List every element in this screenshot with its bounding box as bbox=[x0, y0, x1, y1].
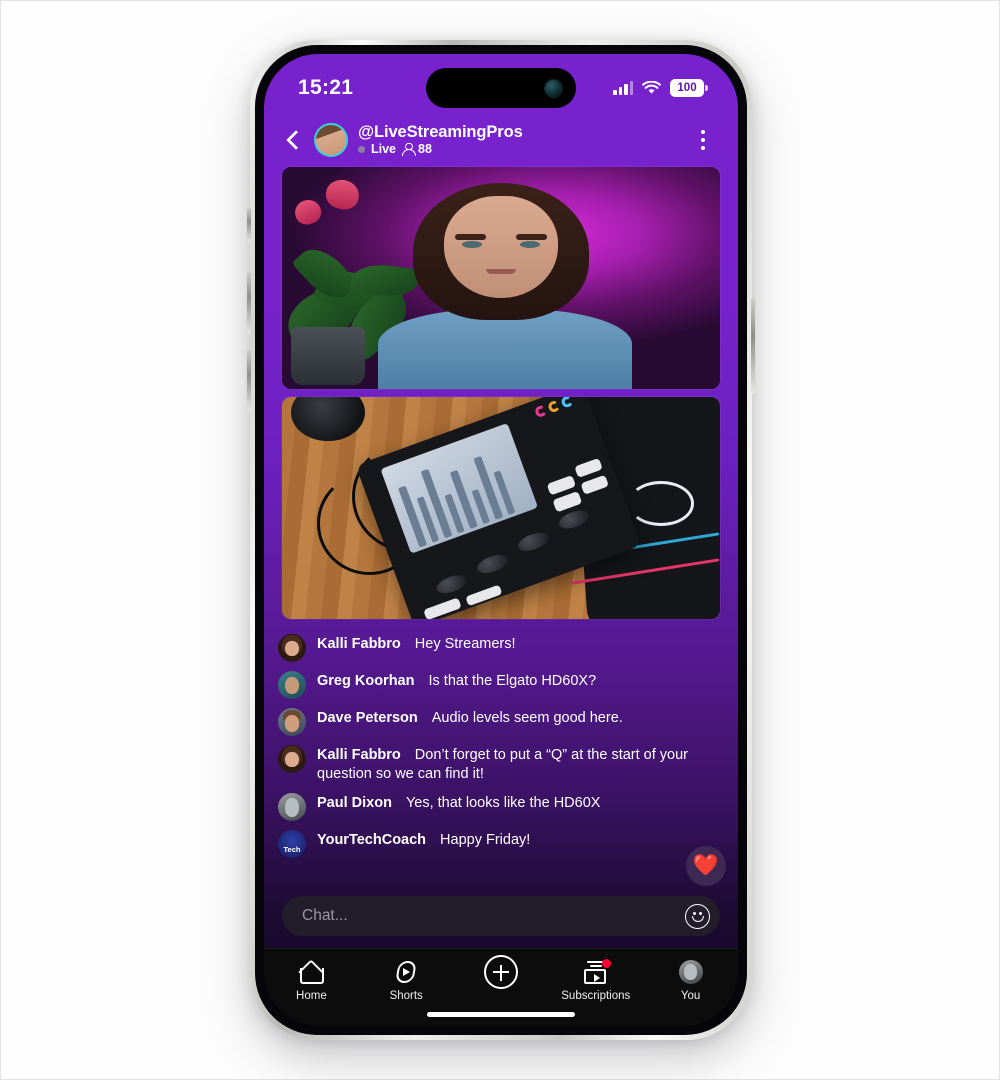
nav-label-subscriptions: Subscriptions bbox=[561, 990, 631, 1002]
kebab-menu-icon[interactable] bbox=[692, 127, 714, 153]
notification-badge bbox=[601, 958, 611, 968]
status-bar: 15:21 100 bbox=[264, 54, 738, 114]
chat-message: Dave Peterson Audio levels seem good here… bbox=[278, 707, 724, 736]
channel-substatus: Live 88 bbox=[358, 142, 523, 157]
chat-message: Greg Koorhan Is that the Elgato HD60X? bbox=[278, 670, 724, 699]
gear-video-frame bbox=[282, 397, 720, 619]
chat-message-body: Paul Dixon Yes, that looks like the HD60X bbox=[317, 792, 600, 813]
page-canvas: 15:21 100 @LiveStreamingPros Live 88 Kal… bbox=[0, 0, 1000, 1080]
nav-item-home[interactable]: Home bbox=[268, 959, 354, 1002]
chat-author[interactable]: YourTechCoach bbox=[317, 832, 426, 848]
subscriptions-icon bbox=[583, 958, 611, 985]
chat-input[interactable]: Chat... bbox=[282, 896, 720, 936]
silent-switch[interactable] bbox=[247, 208, 251, 242]
livestream-app: 15:21 100 @LiveStreamingPros Live 88 Kal… bbox=[264, 54, 738, 1026]
chat-author[interactable]: Dave Peterson bbox=[317, 710, 418, 726]
channel-header: @LiveStreamingPros Live 88 bbox=[264, 114, 738, 166]
host-video[interactable] bbox=[282, 167, 720, 389]
channel-meta: @LiveStreamingPros Live 88 bbox=[358, 123, 523, 157]
nav-label-home: Home bbox=[296, 990, 327, 1002]
chat-text: Yes, that looks like the HD60X bbox=[405, 795, 601, 812]
cellular-signal-icon bbox=[613, 81, 633, 95]
heart-glyph: ❤️ bbox=[692, 854, 720, 877]
nav-item-create[interactable] bbox=[458, 955, 544, 990]
channel-handle[interactable]: @LiveStreamingPros bbox=[358, 123, 523, 141]
live-status-dot bbox=[358, 145, 365, 153]
shorts-icon bbox=[394, 959, 418, 985]
chat-message-body: Kalli Fabbro Hey Streamers! bbox=[317, 633, 516, 654]
phone-bezel: 15:21 100 @LiveStreamingPros Live 88 Kal… bbox=[255, 45, 747, 1035]
nav-label-shorts: Shorts bbox=[389, 990, 423, 1002]
chat-author[interactable]: Kalli Fabbro bbox=[317, 747, 401, 763]
chat-text: Is that the Elgato HD60X? bbox=[428, 673, 597, 689]
status-clock: 15:21 bbox=[298, 76, 354, 99]
chat-message-body: YourTechCoach Happy Friday! bbox=[317, 829, 530, 850]
chat-text: Happy Friday! bbox=[440, 832, 531, 849]
channel-avatar[interactable] bbox=[314, 123, 348, 157]
chat-message: YourTechCoach Happy Friday! bbox=[278, 829, 724, 859]
dynamic-island bbox=[426, 68, 576, 108]
chat-message-body: Greg Koorhan Is that the Elgato HD60X? bbox=[317, 670, 596, 691]
battery-level: 100 bbox=[677, 82, 697, 94]
chat-message-body: Dave Peterson Audio levels seem good here… bbox=[317, 707, 623, 728]
battery-icon: 100 bbox=[670, 79, 708, 97]
front-camera-icon bbox=[545, 79, 562, 97]
home-indicator[interactable] bbox=[427, 1012, 575, 1017]
chat-text: Hey Streamers! bbox=[414, 636, 516, 652]
chat-avatar[interactable] bbox=[278, 634, 306, 662]
chat-avatar[interactable] bbox=[278, 708, 306, 736]
chat-author[interactable]: Greg Koorhan bbox=[317, 673, 414, 689]
chat-avatar[interactable] bbox=[278, 793, 306, 822]
chat-avatar[interactable] bbox=[278, 745, 306, 773]
chat-input-placeholder: Chat... bbox=[302, 907, 348, 924]
chat-message: Paul Dixon Yes, that looks like the HD60X bbox=[278, 792, 724, 822]
person-icon bbox=[402, 142, 417, 157]
status-indicators: 100 bbox=[613, 79, 708, 97]
chat-message: Kalli Fabbro Don’t forget to put a “Q” at… bbox=[278, 744, 724, 784]
chat-author[interactable]: Kalli Fabbro bbox=[317, 636, 401, 652]
account-avatar-icon bbox=[678, 959, 703, 985]
power-button[interactable] bbox=[751, 298, 755, 394]
nav-item-you[interactable]: You bbox=[648, 959, 734, 1002]
host-video-frame bbox=[282, 167, 720, 389]
chat-message-body: Kalli Fabbro Don’t forget to put a “Q” at… bbox=[317, 744, 724, 784]
wifi-icon bbox=[642, 80, 661, 94]
chat-text: Audio levels seem good here. bbox=[431, 710, 623, 726]
back-chevron-icon[interactable] bbox=[282, 129, 304, 151]
chat-message-list[interactable]: Kalli Fabbro Hey Streamers! Greg Koorhan I… bbox=[264, 627, 738, 890]
chat-author[interactable]: Paul Dixon bbox=[317, 795, 392, 811]
home-icon bbox=[299, 959, 325, 985]
nav-label-you: You bbox=[680, 990, 701, 1002]
create-plus-icon bbox=[483, 955, 518, 989]
avatar-image bbox=[316, 125, 346, 155]
viewer-count-group: 88 bbox=[402, 142, 432, 157]
chat-input-container: Chat... bbox=[264, 890, 738, 948]
smiley-emoji-icon[interactable] bbox=[685, 903, 710, 929]
volume-down-button[interactable] bbox=[247, 350, 251, 412]
viewer-count: 88 bbox=[418, 142, 432, 157]
gear-video[interactable] bbox=[282, 397, 720, 619]
chat-message: Kalli Fabbro Hey Streamers! bbox=[278, 633, 724, 662]
live-label: Live bbox=[371, 142, 397, 157]
chat-avatar[interactable] bbox=[278, 671, 306, 699]
nav-item-shorts[interactable]: Shorts bbox=[363, 959, 449, 1002]
phone-screen: 15:21 100 @LiveStreamingPros Live 88 Kal… bbox=[264, 54, 738, 1026]
nav-item-subscriptions[interactable]: Subscriptions bbox=[553, 958, 639, 1002]
heart-reaction-icon[interactable]: ❤️ bbox=[686, 846, 726, 886]
phone-device: 15:21 100 @LiveStreamingPros Live 88 Kal… bbox=[247, 40, 755, 1040]
chat-avatar[interactable] bbox=[278, 830, 306, 859]
volume-up-button[interactable] bbox=[247, 272, 251, 334]
